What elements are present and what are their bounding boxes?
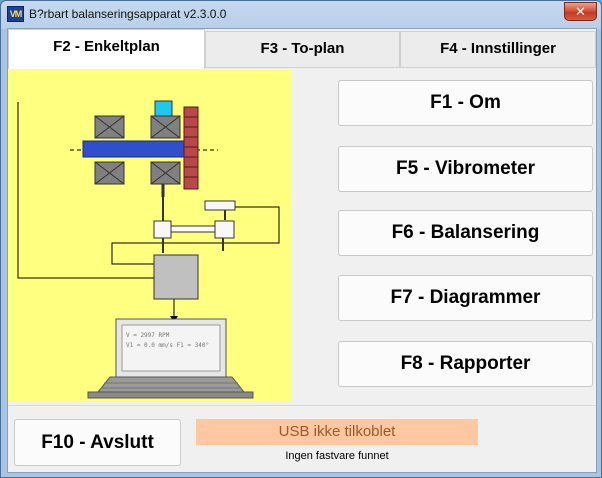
pulley — [183, 106, 199, 190]
exit-button[interactable]: F10 - Avslutt — [14, 419, 181, 466]
tachometer-probe-icon — [204, 200, 236, 211]
diagram-svg: V = 2997 RPM V1 = 0.0 mm/s F1 = 340° — [17, 100, 280, 399]
charts-button[interactable]: F7 - Diagrammer — [338, 275, 593, 321]
window-title: B?rbart balanseringsapparat v2.3.0.0 — [29, 7, 227, 21]
usb-status-badge: USB ikke tilkoblet — [196, 419, 478, 445]
sensor-icon — [154, 100, 173, 117]
tab-bar: F2 - Enkeltplan F3 - To-plan F4 - Innsti… — [8, 29, 596, 69]
app-logo-icon: VM — [7, 6, 24, 22]
reports-button[interactable]: F8 - Rapporter — [338, 341, 593, 387]
tab-panel: V = 2997 RPM V1 = 0.0 mm/s F1 = 340° F1 … — [8, 67, 596, 404]
rotor-shaft — [82, 140, 194, 158]
about-button[interactable]: F1 - Om — [338, 80, 593, 126]
tab-settings[interactable]: F4 - Innstillinger — [400, 31, 596, 67]
laptop-icon — [87, 318, 254, 399]
balancing-button[interactable]: F6 - Balansering — [338, 210, 593, 256]
wiring-lines — [17, 102, 280, 317]
tab-single-plane[interactable]: F2 - Enkeltplan — [8, 29, 205, 69]
tab-two-plane[interactable]: F3 - To-plan — [205, 31, 400, 67]
screen-readout-2: V1 = 0.0 mm/s F1 = 340° — [126, 342, 209, 349]
firmware-status-text: Ingen fastvare funnet — [285, 450, 389, 462]
close-button[interactable]: ✕ — [564, 2, 597, 21]
control-unit-icon — [153, 254, 199, 300]
app-window: VM B?rbart balanseringsapparat v2.3.0.0 … — [0, 0, 602, 478]
status-bar: F10 - Avslutt USB ikke tilkoblet Ingen f… — [8, 405, 596, 472]
screen-readout-1: V = 2997 RPM — [126, 332, 170, 339]
wire-left — [17, 102, 154, 279]
title-bar[interactable]: VM B?rbart balanseringsapparat v2.3.0.0 … — [1, 1, 601, 28]
machine-diagram: V = 2997 RPM V1 = 0.0 mm/s F1 = 340° — [8, 70, 291, 401]
vibrometer-button[interactable]: F5 - Vibrometer — [338, 146, 593, 192]
client-area: F2 - Enkeltplan F3 - To-plan F4 - Innsti… — [7, 28, 597, 473]
